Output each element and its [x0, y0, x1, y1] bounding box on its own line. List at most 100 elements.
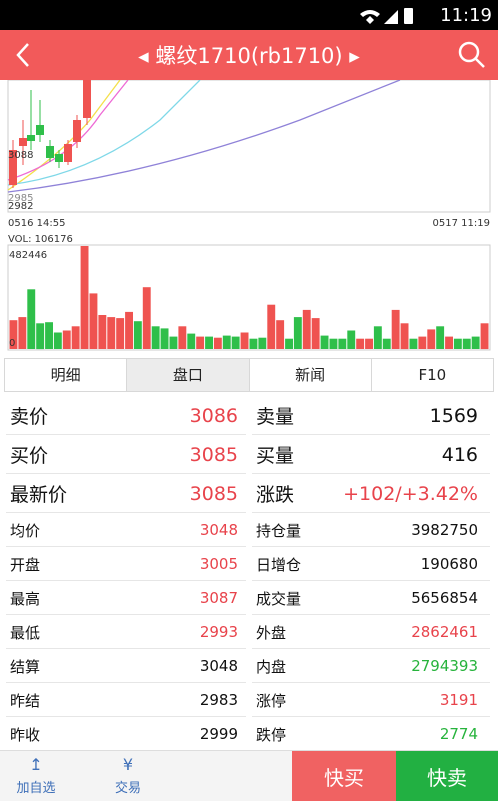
- volume-bar: [258, 337, 267, 349]
- quote-left-value: 3048: [199, 521, 238, 539]
- tab-news[interactable]: 新闻: [249, 359, 372, 391]
- quote-left-label: 最新价: [10, 484, 68, 506]
- volume-bar: [169, 336, 178, 349]
- volume-bar: [445, 336, 453, 349]
- add-watchlist-icon: ↥: [29, 755, 43, 774]
- detail-tabs: 明细 盘口 新闻 F10: [4, 358, 494, 392]
- quote-right-value: 1569: [429, 404, 478, 427]
- time-end-label: 0517 11:19: [433, 218, 490, 229]
- status-bar: 11:19: [0, 0, 498, 30]
- tab-detail[interactable]: 明细: [5, 359, 128, 391]
- volume-bar: [373, 326, 382, 349]
- volume-bar: [391, 309, 400, 349]
- volume-bar: [222, 335, 231, 349]
- trade-button[interactable]: ¥ 交易: [100, 751, 156, 801]
- volume-bar: [329, 338, 338, 349]
- volume-bar: [133, 321, 142, 349]
- quote-row: 最低 2993 外盘 2862461: [0, 615, 498, 649]
- volume-bar: [267, 304, 276, 349]
- volume-bar: [142, 287, 151, 349]
- volume-bar: [240, 332, 249, 349]
- price-panel-frame: [7, 80, 491, 213]
- quote-left-value: 3087: [199, 589, 238, 607]
- quote-right-value: 3191: [439, 691, 478, 709]
- candlesticks: [9, 80, 91, 188]
- wifi-icon: [360, 10, 380, 17]
- volume-bar: [98, 315, 107, 349]
- quote-row: 开盘 3005 日增仓 190680: [0, 547, 498, 581]
- volume-bar: [400, 323, 409, 350]
- quick-sell-button[interactable]: 快卖: [396, 751, 498, 801]
- volume-bar: [89, 293, 98, 349]
- volume-bars: [9, 246, 489, 350]
- volume-bar: [480, 323, 489, 350]
- quote-left-value: 3048: [199, 657, 238, 675]
- add-watchlist-button[interactable]: ↥ 加自选: [6, 751, 66, 801]
- volume-bar: [453, 338, 462, 349]
- volume-bar: [18, 317, 27, 349]
- quote-right-label: 持仓量: [256, 521, 302, 540]
- volume-bar: [53, 332, 62, 349]
- volume-bar: [71, 326, 80, 349]
- kline-chart[interactable]: 3088 2985 2982 0516 14:55 0517 11:19 VOL…: [0, 80, 498, 352]
- volume-bar: [36, 323, 45, 350]
- quote-left-label: 买价: [10, 445, 49, 467]
- status-time: 11:19: [440, 5, 492, 26]
- quote-right-label: 卖量: [256, 406, 295, 428]
- quote-right-value: 5656854: [411, 589, 478, 607]
- volume-bar: [418, 336, 427, 349]
- volume-bar: [356, 338, 365, 349]
- volume-panel-frame: [7, 244, 491, 351]
- quote-row: 最高 3087 成交量 5656854: [0, 581, 498, 615]
- quote-left-label: 开盘: [10, 555, 41, 574]
- price-low-label: 2982: [8, 201, 33, 212]
- quote-left-label: 最高: [10, 589, 41, 608]
- volume-bar: [276, 320, 285, 349]
- volume-bar: [320, 335, 329, 349]
- trade-label: 交易: [114, 781, 141, 796]
- quote-left-value: 3085: [189, 443, 238, 466]
- volume-bar: [62, 330, 71, 349]
- volume-bar: [45, 322, 53, 349]
- ma-line-purple: [7, 80, 401, 193]
- quote-left-value: 3086: [189, 404, 238, 427]
- quote-right-label: 跌停: [256, 725, 287, 744]
- quick-buy-button[interactable]: 快买: [292, 751, 396, 801]
- bottom-bar: ↥ 加自选 ¥ 交易 快买 快卖: [0, 750, 498, 801]
- quote-right-label: 买量: [256, 445, 295, 467]
- volume-label: VOL: 106176: [8, 234, 73, 245]
- quote-left-value: 3085: [189, 482, 238, 505]
- volume-bar: [436, 326, 445, 349]
- quote-right-value: 190680: [420, 555, 478, 573]
- quote-right-value: 2862461: [411, 623, 478, 641]
- price-high-label: 3088: [8, 150, 33, 161]
- quote-row: 结算 3048 内盘 2794393: [0, 649, 498, 683]
- volume-bar: [471, 336, 480, 349]
- quote-right-label: 外盘: [256, 623, 287, 642]
- battery-icon: [404, 8, 413, 24]
- quote-left-label: 昨结: [10, 691, 41, 710]
- quote-left-value: 2983: [199, 691, 238, 709]
- page-title[interactable]: ◂ 螺纹1710(rb1710) ▸: [0, 40, 498, 70]
- volume-bar: [293, 317, 302, 349]
- volume-bar: [427, 329, 436, 349]
- tab-f10[interactable]: F10: [371, 359, 493, 391]
- volume-max-label: 482446: [9, 250, 47, 261]
- search-icon[interactable]: [456, 38, 488, 72]
- volume-bar: [80, 246, 89, 349]
- volume-bar: [311, 318, 320, 349]
- volume-bar: [178, 326, 187, 349]
- quote-row: 昨结 2983 涨停 3191: [0, 683, 498, 717]
- quote-left-label: 卖价: [10, 406, 49, 428]
- quote-right-label: 成交量: [256, 589, 302, 608]
- volume-bar: [409, 338, 418, 349]
- quote-left-label: 昨收: [10, 725, 41, 744]
- volume-bar: [196, 336, 205, 349]
- chart-svg: 3088 2985 2982 0516 14:55 0517 11:19 VOL…: [7, 80, 491, 351]
- tab-orderbook[interactable]: 盘口: [127, 359, 250, 391]
- volume-bar: [285, 338, 293, 349]
- quote-right-value: 2794393: [411, 657, 478, 675]
- volume-bar: [231, 336, 240, 349]
- volume-bar: [187, 333, 196, 349]
- quote-right-label: 日增仓: [256, 555, 302, 574]
